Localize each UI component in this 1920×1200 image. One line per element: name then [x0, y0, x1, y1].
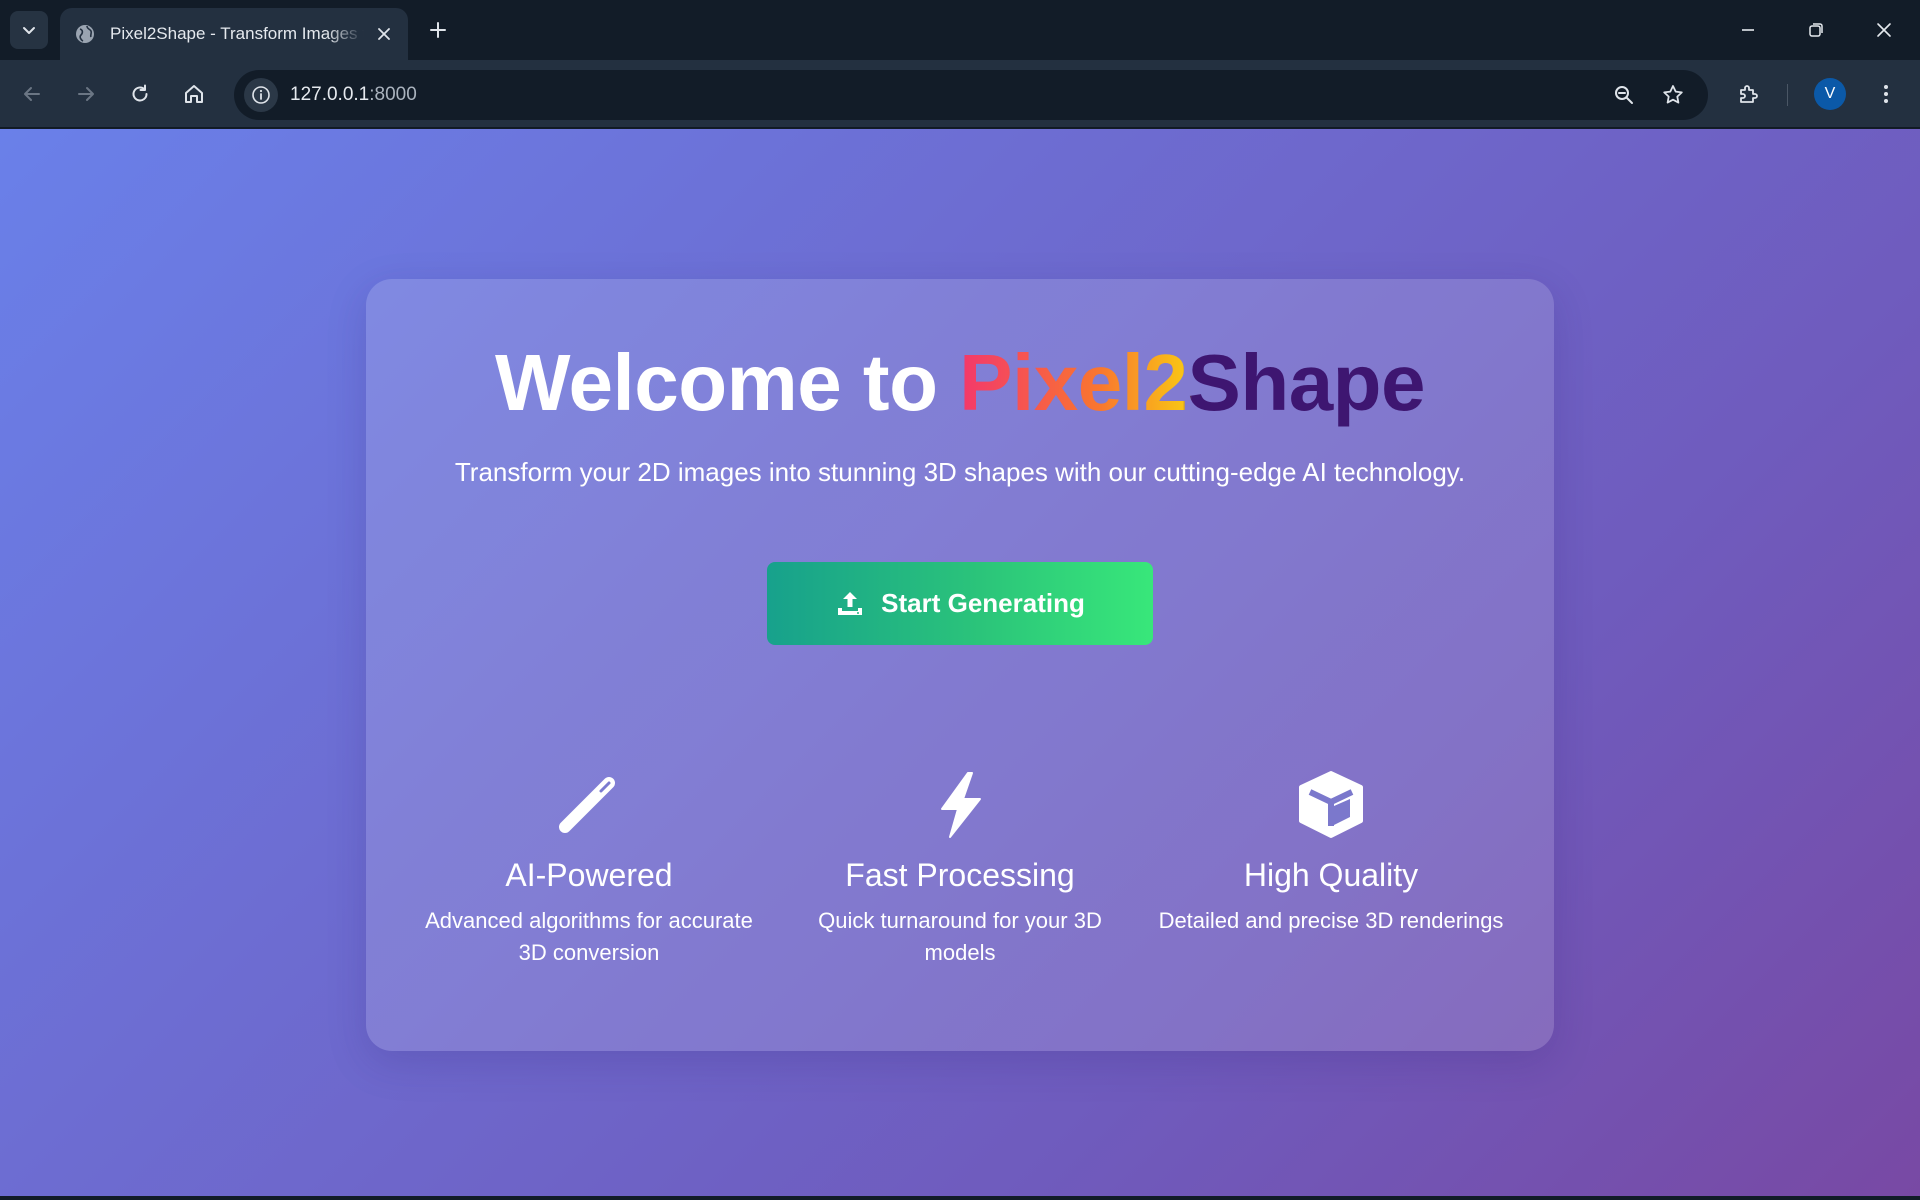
close-window-button[interactable] [1860, 6, 1908, 54]
title-prefix: Welcome to [494, 338, 960, 427]
browser-toolbar: 127.0.0.1:8000 V [0, 60, 1920, 128]
zoom-icon [1615, 86, 1633, 104]
home-icon [185, 85, 203, 103]
star-icon [1663, 85, 1683, 104]
cube-icon [1151, 769, 1511, 841]
restore-icon [1809, 23, 1823, 37]
browser-menu-button[interactable] [1866, 74, 1906, 114]
url-port: :8000 [369, 84, 417, 105]
home-button[interactable] [174, 74, 214, 114]
start-generating-button[interactable]: Start Generating [767, 562, 1153, 645]
tab-title: Pixel2Shape - Transform Images to 3D [110, 24, 364, 43]
more-icon [1884, 85, 1888, 103]
address-bar[interactable]: 127.0.0.1:8000 [234, 70, 1708, 120]
back-button[interactable] [12, 74, 52, 114]
feature-fast-processing: Fast Processing Quick turnaround for you… [780, 769, 1140, 969]
window-bottom-edge [0, 1196, 1920, 1200]
feature-title: AI-Powered [505, 857, 673, 893]
extensions-button[interactable] [1728, 74, 1768, 114]
toolbar-divider [1787, 84, 1788, 106]
feature-description: Quick turnaround for your 3D models [818, 908, 1102, 965]
extensions-icon [1740, 85, 1758, 103]
minimize-button[interactable] [1724, 6, 1772, 54]
browser-tab-active[interactable]: Pixel2Shape - Transform Images to 3D [60, 8, 408, 60]
bookmark-button[interactable] [1657, 79, 1689, 111]
plus-icon [430, 22, 446, 38]
globe-icon [74, 23, 96, 45]
feature-high-quality: High Quality Detailed and precise 3D ren… [1151, 769, 1511, 937]
tab-strip: Pixel2Shape - Transform Images to 3D [0, 0, 1920, 60]
close-icon[interactable] [372, 22, 396, 46]
profile-avatar[interactable]: V [1814, 78, 1846, 110]
new-tab-button[interactable] [422, 14, 454, 46]
url-text[interactable]: 127.0.0.1:8000 [290, 84, 417, 106]
feature-description: Advanced algorithms for accurate 3D conv… [425, 908, 753, 965]
tab-search-button[interactable] [10, 11, 48, 49]
cta-label: Start Generating [881, 588, 1085, 618]
minimize-icon [1742, 29, 1754, 31]
page-viewport: Welcome to Pixel2Shape Transform your 2D… [0, 129, 1920, 1200]
forward-button[interactable] [66, 74, 106, 114]
chevron-down-icon [23, 27, 35, 34]
brand-name: Pixel2Shape [959, 338, 1426, 427]
forward-icon [78, 87, 94, 101]
close-window-icon [1877, 23, 1891, 37]
back-icon [24, 87, 40, 101]
lightning-bolt-icon [780, 769, 1140, 841]
reload-icon [132, 84, 148, 102]
restore-button[interactable] [1792, 6, 1840, 54]
magic-wand-icon [409, 769, 769, 841]
url-host: 127.0.0.1 [290, 84, 370, 105]
feature-description: Detailed and precise 3D renderings [1158, 908, 1504, 933]
feature-title: Fast Processing [845, 857, 1075, 893]
site-info-button[interactable] [244, 78, 278, 112]
upload-icon [835, 589, 865, 619]
hero-subtitle: Transform your 2D images into stunning 3… [454, 457, 1466, 487]
feature-title: High Quality [1243, 857, 1419, 893]
zoom-button[interactable] [1608, 79, 1640, 111]
reload-button[interactable] [120, 74, 160, 114]
feature-ai-powered: AI-Powered Advanced algorithms for accur… [409, 769, 769, 969]
page-title: Welcome to Pixel2Shape [366, 337, 1554, 429]
info-icon [252, 86, 270, 104]
welcome-card: Welcome to Pixel2Shape Transform your 2D… [366, 279, 1554, 1051]
